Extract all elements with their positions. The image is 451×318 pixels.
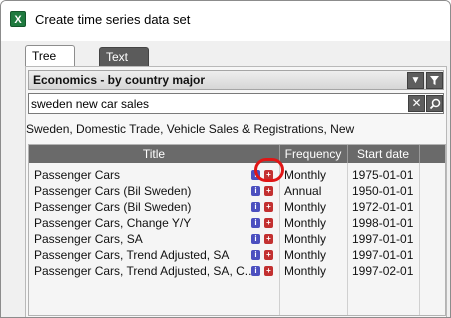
row-title: Passenger Cars, Trend Adjusted, SA, C...: [34, 264, 255, 278]
row-frequency: Monthly: [284, 216, 327, 230]
table-row[interactable]: Passenger Cars, Trend Adjusted, SA, C...…: [29, 263, 445, 279]
table-row[interactable]: Passenger Cars (Bil Sweden) i + Annual 1950-…: [29, 183, 445, 199]
search-icon[interactable]: [426, 95, 443, 112]
table-row[interactable]: Passenger Cars, Change Y/Y i + Monthly 1998-…: [29, 215, 445, 231]
info-icon[interactable]: i: [251, 250, 260, 260]
row-title: Passenger Cars: [34, 168, 121, 182]
tab-tree-search[interactable]: Tree search: [25, 45, 76, 84]
grid-header: Title Frequency Start date: [29, 145, 445, 163]
row-start-date: 1997-01-01: [352, 248, 414, 262]
category-value: Economics - by country major: [33, 73, 206, 87]
filter-icon[interactable]: [426, 72, 443, 89]
window-title: Create time series data set: [35, 12, 191, 27]
table-row[interactable]: Passenger Cars, Trend Adjusted, SA i + Mont…: [29, 247, 445, 263]
table-row[interactable]: Passenger Cars i + Monthly 1975-01-01: [29, 167, 445, 183]
add-series-icon[interactable]: +: [264, 266, 273, 276]
add-series-icon[interactable]: +: [264, 250, 273, 260]
row-start-date: 1950-01-01: [352, 184, 414, 198]
search-box: ✕: [28, 93, 444, 114]
row-frequency: Monthly: [284, 200, 327, 214]
row-start-date: 1975-01-01: [352, 168, 414, 182]
row-title: Passenger Cars, Trend Adjusted, SA: [34, 248, 230, 262]
tree-search-panel: Economics - by country major ▼ ✕ Sweden,…: [25, 66, 447, 317]
column-start-date[interactable]: Start date: [347, 147, 419, 161]
info-icon[interactable]: i: [251, 218, 260, 228]
add-series-icon[interactable]: +: [264, 218, 273, 228]
close-icon[interactable]: ✕: [408, 95, 425, 112]
info-icon[interactable]: i: [251, 202, 260, 212]
table-row[interactable]: Passenger Cars, SA i + Monthly 1997-01-01: [29, 231, 445, 247]
info-icon[interactable]: i: [251, 186, 260, 196]
annotation-circle: [254, 158, 284, 182]
category-combobox[interactable]: Economics - by country major ▼: [28, 70, 444, 90]
row-start-date: 1972-01-01: [352, 200, 414, 214]
row-start-date: 1997-02-01: [352, 264, 414, 278]
row-title: Passenger Cars (Bil Sweden): [34, 184, 192, 198]
search-input[interactable]: [31, 95, 405, 112]
title-bar: X Create time series data set: [1, 1, 450, 41]
excel-icon: X: [10, 11, 26, 27]
add-series-icon[interactable]: +: [264, 186, 273, 196]
row-title: Passenger Cars, Change Y/Y: [34, 216, 192, 230]
info-icon[interactable]: i: [251, 266, 260, 276]
row-start-date: 1998-01-01: [352, 216, 414, 230]
row-frequency: Monthly: [284, 168, 327, 182]
tab-text-search[interactable]: Text search: [99, 47, 150, 83]
add-series-icon[interactable]: +: [264, 234, 273, 244]
row-frequency: Monthly: [284, 232, 327, 246]
chevron-down-icon[interactable]: ▼: [407, 72, 424, 89]
row-start-date: 1997-01-01: [352, 232, 414, 246]
column-frequency[interactable]: Frequency: [279, 147, 347, 161]
dialog-window: X Create time series data set Tree searc…: [0, 0, 451, 318]
row-frequency: Monthly: [284, 264, 327, 278]
table-row[interactable]: Passenger Cars (Bil Sweden) i + Monthly 1972…: [29, 199, 445, 215]
add-series-icon[interactable]: +: [264, 202, 273, 212]
breadcrumb: Sweden, Domestic Trade, Vehicle Sales & …: [26, 122, 355, 136]
row-frequency: Annual: [284, 184, 322, 198]
row-title: Passenger Cars, SA: [34, 232, 143, 246]
row-title: Passenger Cars (Bil Sweden): [34, 200, 192, 214]
column-title[interactable]: Title: [29, 147, 279, 161]
series-grid: Title Frequency Start date Passenger Car…: [28, 144, 446, 316]
row-frequency: Monthly: [284, 248, 327, 262]
info-icon[interactable]: i: [251, 234, 260, 244]
